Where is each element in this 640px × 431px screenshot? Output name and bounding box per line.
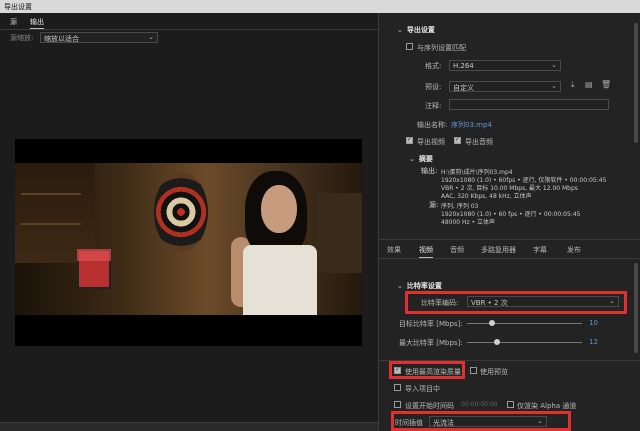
max-bitrate-label: 最大比特率 [Mbps]: [399, 339, 463, 347]
preview-footer [0, 422, 378, 431]
tab-video[interactable]: 视频 [419, 245, 433, 258]
export-settings-header[interactable]: ⌄ 导出设置 [397, 25, 435, 35]
divider [379, 258, 640, 259]
time-interpolation-label: 时间插值 [395, 419, 423, 427]
video-preview [15, 139, 362, 346]
chevron-down-icon: ⌄ [148, 33, 154, 41]
export-audio-label: 导出音频 [465, 138, 493, 146]
save-preset-icon[interactable]: ⤓ [571, 80, 575, 90]
window-title: 导出设置 [4, 3, 32, 11]
comment-label: 注释: [425, 102, 442, 110]
max-render-quality-checkbox[interactable] [394, 366, 401, 374]
divider [379, 239, 640, 240]
max-bitrate-slider-track[interactable] [467, 342, 582, 343]
source-scaling-label: 源缩放: [10, 34, 34, 42]
chevron-down-icon: ⌄ [409, 155, 415, 163]
export-audio-checkbox[interactable] [454, 136, 461, 144]
window-titlebar: 导出设置 [0, 0, 640, 13]
tab-divider [0, 29, 378, 30]
bitrate-settings-header[interactable]: ⌄ 比特率设置 [397, 281, 442, 291]
output-name-label: 输出名称: [417, 121, 448, 129]
tab-multiplexer[interactable]: 多路复用器 [481, 245, 516, 255]
person-towel [243, 245, 317, 315]
import-preset-icon[interactable]: ▤ [585, 80, 593, 89]
tab-audio[interactable]: 音频 [450, 245, 464, 255]
export-settings-title: 导出设置 [406, 26, 435, 34]
delete-preset-icon[interactable]: 🗑 [601, 80, 611, 89]
target-bitrate-slider-handle[interactable] [489, 320, 495, 326]
chevron-down-icon: ⌄ [397, 26, 403, 34]
summary-source-line: 48000 Hz • 立体声 [441, 219, 496, 226]
output-name-link[interactable]: 序列03.mp4 [451, 120, 492, 130]
target-bitrate-slider-track[interactable] [467, 323, 582, 324]
summary-output-label: 输出: [421, 167, 438, 175]
bitrate-encoding-label: 比特率编码: [421, 299, 459, 307]
source-scaling-dropdown[interactable]: 缩放以适合 ⌄ [40, 32, 158, 43]
preview-tabs: 源 输出 [0, 17, 378, 29]
comment-input[interactable] [449, 99, 609, 110]
summary-output-line: AAC, 320 Kbps, 48 kHz, 立体声 [441, 193, 532, 200]
import-into-project-label: 导入项目中 [405, 385, 440, 393]
max-bitrate-slider-handle[interactable] [494, 339, 500, 345]
tab-source[interactable]: 源 [10, 17, 17, 29]
chevron-down-icon: ⌄ [551, 61, 557, 69]
render-alpha-checkbox[interactable] [507, 401, 514, 408]
person-face [261, 185, 297, 233]
tab-output[interactable]: 输出 [30, 17, 44, 29]
use-preview-label: 使用预览 [480, 368, 508, 376]
match-sequence-label: 与序列设置匹配 [417, 44, 466, 52]
use-preview-checkbox[interactable] [470, 367, 477, 374]
time-interpolation-dropdown[interactable]: 光流法 ⌄ [429, 416, 547, 427]
settings-panel: ⌄ 导出设置 与序列设置匹配 格式: H.264 ⌄ 预设: 自定义 ⌄ ⤓ ▤ … [378, 13, 640, 431]
format-dropdown[interactable]: H.264 ⌄ [449, 60, 561, 71]
import-into-project-checkbox[interactable] [394, 384, 401, 391]
video-frame [15, 163, 362, 315]
bitrate-encoding-value: VBR • 2 次 [471, 299, 508, 307]
preset-value: 自定义 [453, 84, 474, 92]
chevron-down-icon: ⌄ [609, 297, 615, 305]
bitrate-encoding-dropdown[interactable]: VBR • 2 次 ⌄ [467, 296, 619, 307]
preset-dropdown[interactable]: 自定义 ⌄ [449, 81, 561, 92]
source-scaling-value: 缩放以适合 [44, 35, 79, 43]
scrollbar-top[interactable] [634, 23, 638, 143]
target-bitrate-value[interactable]: 10 [589, 319, 598, 327]
max-render-quality-label: 使用最高渲染质量 [405, 368, 461, 376]
preset-label: 预设: [425, 83, 442, 91]
time-interpolation-value: 光流法 [433, 419, 454, 427]
dartboard-image [154, 172, 208, 252]
summary-title: 摘要 [418, 155, 433, 163]
tab-publish[interactable]: 发布 [567, 245, 581, 255]
source-scaling-row: 源缩放: 缩放以适合 ⌄ [0, 32, 160, 43]
bitrate-settings-title: 比特率设置 [406, 282, 442, 290]
background-panel [317, 193, 362, 273]
background-shelf [15, 163, 95, 263]
set-start-timecode-label: 设置开始时间码 [405, 402, 454, 410]
target-bitrate-label: 目标比特率 [Mbps]: [399, 320, 463, 328]
tv-glow [77, 249, 111, 261]
set-start-timecode-checkbox[interactable] [394, 401, 401, 408]
start-timecode-value[interactable]: 00:00:00:00 [461, 401, 498, 408]
scrollbar-bottom[interactable] [634, 263, 638, 353]
chevron-down-icon: ⌄ [397, 282, 403, 290]
summary-source-label: 源: [429, 201, 439, 209]
chevron-down-icon: ⌄ [551, 82, 557, 90]
export-video-checkbox[interactable] [406, 136, 413, 144]
tab-effects[interactable]: 效果 [387, 245, 401, 255]
format-value: H.264 [453, 62, 474, 70]
max-bitrate-value[interactable]: 12 [589, 338, 598, 346]
format-label: 格式: [425, 62, 442, 70]
render-alpha-label: 仅渲染 Alpha 通道 [517, 402, 577, 410]
preview-panel: 源 输出 源缩放: 缩放以适合 ⌄ [0, 13, 378, 431]
chevron-down-icon: ⌄ [537, 417, 543, 425]
export-video-label: 导出视频 [417, 138, 445, 146]
match-sequence-checkbox[interactable] [406, 43, 413, 50]
tab-captions[interactable]: 字幕 [533, 245, 547, 255]
summary-header[interactable]: ⌄ 摘要 [409, 154, 433, 164]
